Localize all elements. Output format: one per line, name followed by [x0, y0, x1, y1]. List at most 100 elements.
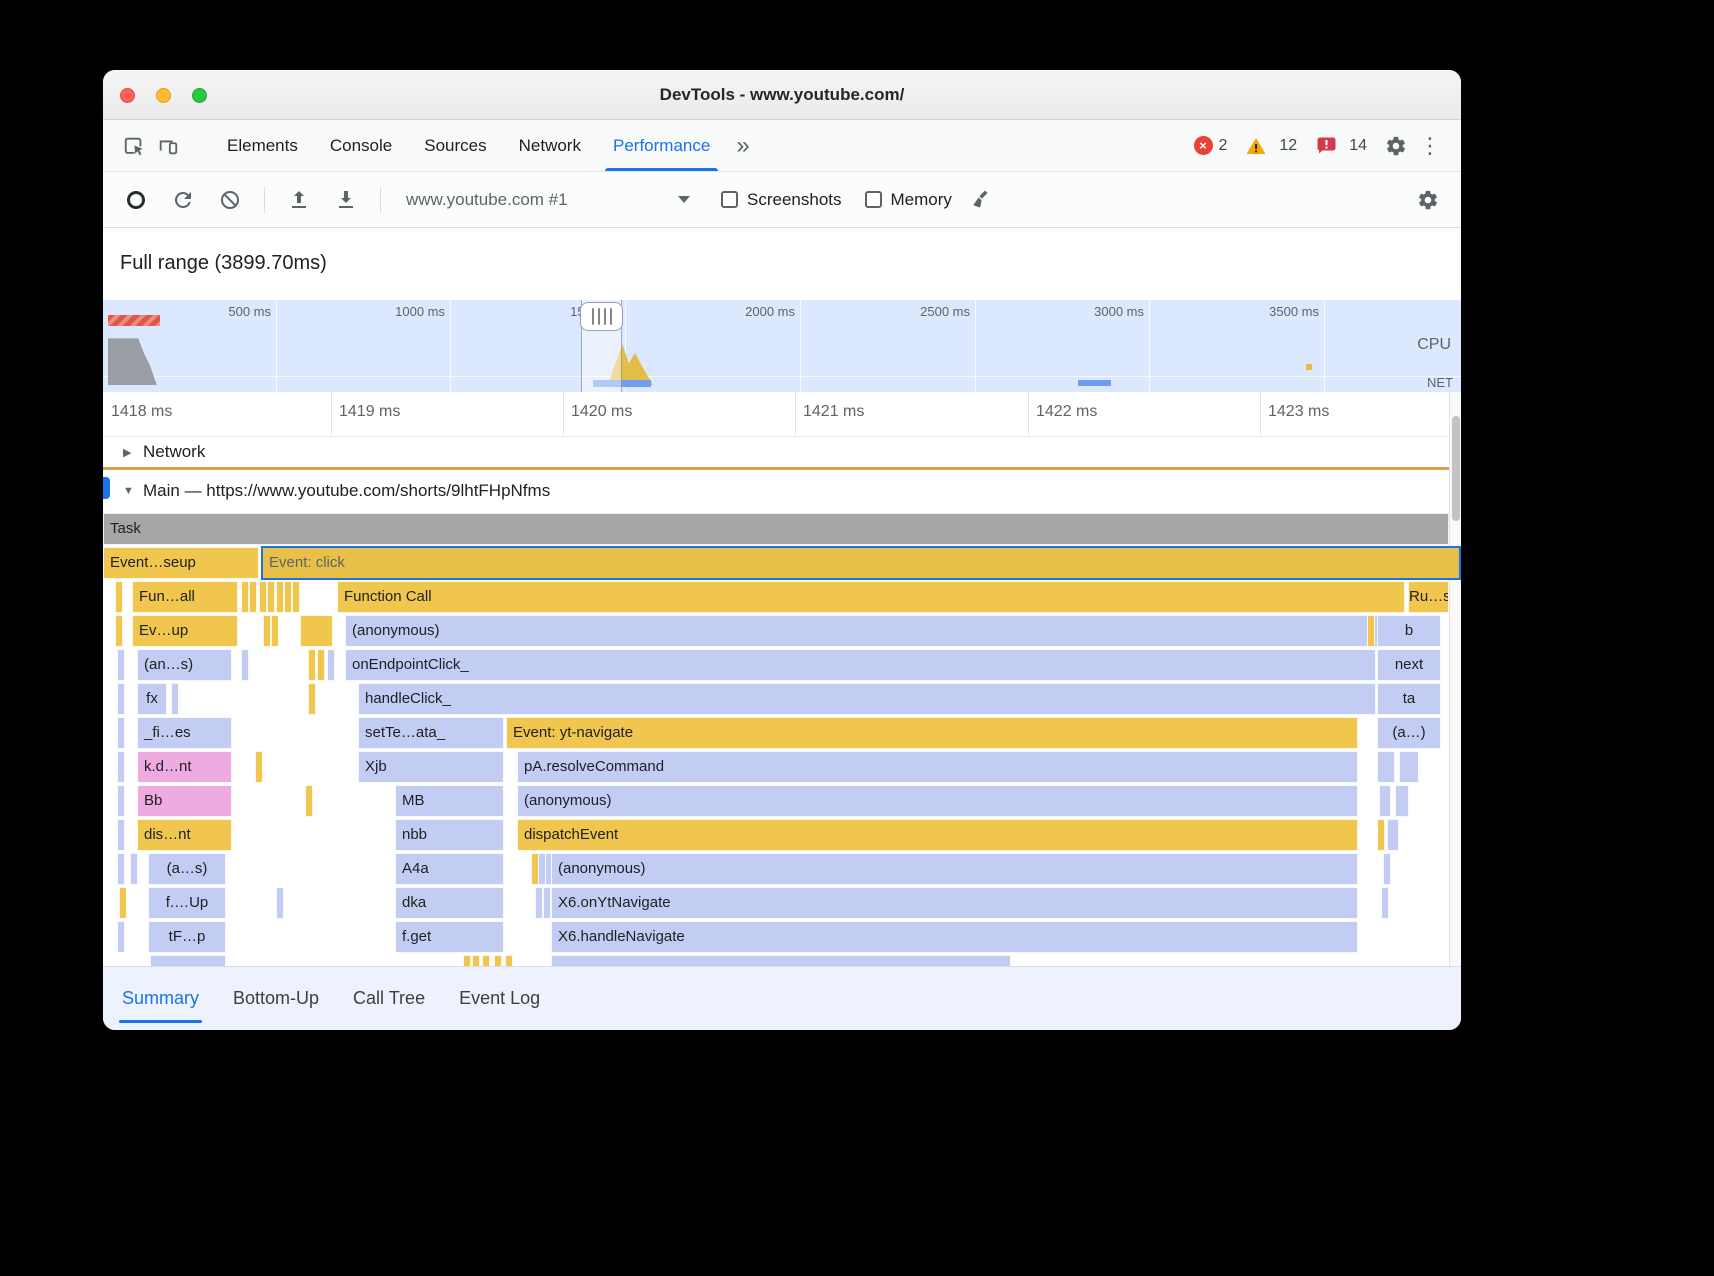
flame-bar[interactable]: dispatchEvent: [517, 819, 1358, 851]
flame-bar[interactable]: Ev…up: [132, 615, 238, 647]
timeline-overview[interactable]: 500 ms1000 ms1500 ms2000 ms2500 ms3000 m…: [103, 300, 1461, 392]
flame-sliver[interactable]: [482, 955, 490, 966]
flame-sliver[interactable]: [117, 649, 125, 681]
flame-sliver[interactable]: [284, 581, 292, 613]
flame-bar[interactable]: _fi…es: [137, 717, 232, 749]
flame-bar[interactable]: handleClick_: [358, 683, 1376, 715]
flame-bar[interactable]: pA.resolveCommand: [517, 751, 1358, 783]
flame-sliver[interactable]: [300, 615, 333, 647]
close-button[interactable]: [120, 88, 135, 103]
flame-sliver[interactable]: [1379, 785, 1391, 817]
flame-sliver[interactable]: [255, 751, 263, 783]
collect-garbage-icon[interactable]: [965, 183, 999, 217]
flame-bar[interactable]: nbb: [395, 819, 504, 851]
flame-bar[interactable]: Xjb: [358, 751, 504, 783]
flame-bar[interactable]: (a…): [1377, 717, 1441, 749]
checkbox-box[interactable]: [721, 191, 738, 208]
flame-bar[interactable]: X6.onYtNavigate: [551, 887, 1358, 919]
flame-bar[interactable]: Event: click: [261, 546, 1461, 580]
flame-sliver[interactable]: [472, 955, 480, 966]
checkbox-box[interactable]: [865, 191, 882, 208]
flame-sliver[interactable]: [463, 955, 471, 966]
tab-network[interactable]: Network: [503, 120, 597, 171]
device-toolbar-icon[interactable]: [151, 129, 185, 163]
flame-bar[interactable]: A4a: [395, 853, 504, 885]
details-tab-summary[interactable]: Summary: [105, 967, 216, 1030]
flame-bar[interactable]: (anonymous): [551, 853, 1358, 885]
details-tab-event-log[interactable]: Event Log: [442, 967, 557, 1030]
flame-bar[interactable]: dka: [395, 887, 504, 919]
flame-sliver[interactable]: [292, 581, 300, 613]
flame-sliver[interactable]: [535, 887, 543, 919]
flame-sliver[interactable]: [117, 751, 125, 783]
flame-sliver[interactable]: [276, 887, 284, 919]
flame-sliver[interactable]: [543, 887, 551, 919]
flame-sliver[interactable]: [308, 683, 316, 715]
history-dropdown[interactable]: www.youtube.com #1: [398, 190, 698, 210]
flame-bar[interactable]: (an…s): [137, 649, 232, 681]
flame-sliver[interactable]: [267, 581, 275, 613]
minimize-button[interactable]: [156, 88, 171, 103]
flame-sliver[interactable]: [305, 785, 313, 817]
flame-sliver[interactable]: [276, 581, 284, 613]
flame-sliver[interactable]: [551, 955, 1011, 966]
flame-sliver[interactable]: [1383, 853, 1391, 885]
titlebar[interactable]: DevTools - www.youtube.com/: [103, 70, 1461, 120]
flame-sliver[interactable]: [263, 615, 271, 647]
flame-bar[interactable]: f.get: [395, 921, 504, 953]
flame-sliver[interactable]: [241, 581, 249, 613]
flame-bar[interactable]: dis…nt: [137, 819, 232, 851]
tab-performance[interactable]: Performance: [597, 120, 726, 171]
flame-bar[interactable]: X6.handleNavigate: [551, 921, 1358, 953]
flame-bar[interactable]: Task: [103, 513, 1449, 545]
overview-selection-handle[interactable]: [580, 302, 623, 331]
screenshots-checkbox[interactable]: Screenshots: [721, 190, 842, 210]
flame-sliver[interactable]: [130, 853, 138, 885]
tab-sources[interactable]: Sources: [408, 120, 502, 171]
memory-checkbox[interactable]: Memory: [865, 190, 952, 210]
flame-sliver[interactable]: [117, 683, 125, 715]
flame-sliver[interactable]: [505, 955, 513, 966]
flame-bar[interactable]: Function Call: [337, 581, 1405, 613]
flame-sliver[interactable]: [1377, 751, 1395, 783]
flame-bar[interactable]: setTe…ata_: [358, 717, 504, 749]
tab-console[interactable]: Console: [314, 120, 408, 171]
inspect-element-icon[interactable]: [117, 129, 151, 163]
flame-sliver[interactable]: [117, 853, 125, 885]
flame-bar[interactable]: b: [1377, 615, 1441, 647]
flame-sliver[interactable]: [1367, 615, 1375, 647]
load-profile-icon[interactable]: [282, 183, 316, 217]
vertical-scrollbar[interactable]: [1449, 392, 1461, 966]
flame-bar[interactable]: f.…Up: [148, 887, 226, 919]
error-count[interactable]: 2: [1219, 137, 1228, 155]
capture-settings-gear-icon[interactable]: [1411, 183, 1445, 217]
warning-icon[interactable]: [1239, 129, 1273, 163]
flame-bar[interactable]: MB: [395, 785, 504, 817]
issues-icon[interactable]: [1309, 129, 1343, 163]
flame-bar[interactable]: Event: yt-navigate: [506, 717, 1358, 749]
record-button[interactable]: [119, 183, 153, 217]
flame-sliver[interactable]: [241, 649, 249, 681]
kebab-menu-icon[interactable]: ⋮: [1413, 129, 1447, 163]
scrollbar-thumb[interactable]: [1452, 416, 1460, 521]
flame-sliver[interactable]: [259, 581, 267, 613]
flame-sliver[interactable]: [308, 649, 316, 681]
warning-count[interactable]: 12: [1279, 137, 1297, 155]
flame-bar[interactable]: onEndpointClick_: [345, 649, 1376, 681]
flame-sliver[interactable]: [117, 921, 125, 953]
flame-bar[interactable]: ta: [1377, 683, 1441, 715]
flame-bar[interactable]: fx: [137, 683, 167, 715]
flame-sliver[interactable]: [327, 649, 335, 681]
flame-sliver[interactable]: [1381, 887, 1389, 919]
disclosure-triangle-icon[interactable]: ▶: [123, 446, 131, 459]
more-tabs-icon[interactable]: »: [726, 122, 759, 170]
flame-bar[interactable]: (anonymous): [345, 615, 1405, 647]
flame-sliver[interactable]: [150, 955, 226, 966]
flame-sliver[interactable]: [119, 887, 127, 919]
clear-recording-button[interactable]: [213, 183, 247, 217]
flame-sliver[interactable]: [1387, 819, 1399, 851]
error-icon[interactable]: ×: [1194, 136, 1213, 155]
disclosure-triangle-icon[interactable]: ▼: [123, 485, 134, 497]
flame-bar[interactable]: Bb: [137, 785, 232, 817]
flame-sliver[interactable]: [115, 615, 123, 647]
